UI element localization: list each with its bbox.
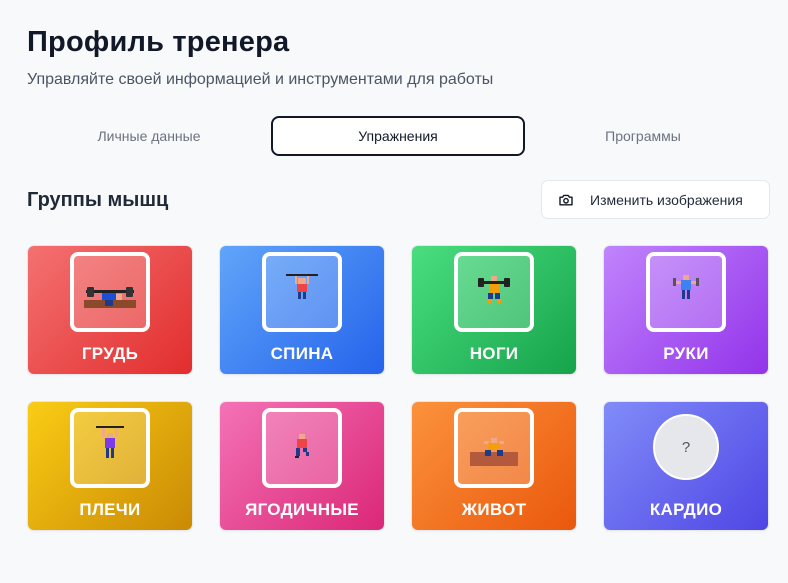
muscle-group-label: КАРДИО <box>649 500 723 519</box>
muscle-group-card-abs[interactable]: ЖИВОТ <box>411 401 577 531</box>
page-subtitle: Управляйте своей информацией и инструмен… <box>27 71 494 88</box>
muscle-group-image <box>262 252 342 332</box>
muscle-group-image <box>70 408 150 488</box>
change-images-label: Изменить изображения <box>590 191 743 208</box>
muscle-group-card-shoulders[interactable]: ПЛЕЧИ <box>27 401 193 531</box>
muscle-group-label: ЯГОДИЧНЫЕ <box>245 500 359 519</box>
muscle-group-label: ЖИВОТ <box>461 500 527 519</box>
pull-up-icon <box>286 274 318 299</box>
muscle-group-label: ГРУДЬ <box>81 344 139 363</box>
dumbbell-curl-icon <box>673 275 699 299</box>
muscle-group-image <box>70 252 150 332</box>
muscle-group-card-chest[interactable]: ГРУДЬ <box>27 245 193 375</box>
lunge-icon <box>295 434 309 458</box>
camera-icon <box>559 194 573 205</box>
crunch-icon <box>470 438 518 466</box>
tab-exercises[interactable]: Упражнения <box>271 116 525 156</box>
profile-tabs: Личные данные Упражнения Программы <box>27 116 761 156</box>
muscle-group-card-legs[interactable]: НОГИ <box>411 245 577 375</box>
muscle-group-image <box>262 408 342 488</box>
muscle-group-label: ПЛЕЧИ <box>79 500 141 519</box>
section-title: Группы мышц <box>27 189 169 211</box>
muscle-group-image <box>646 252 726 332</box>
muscle-group-label: СПИНА <box>270 344 334 363</box>
muscle-group-card-back[interactable]: СПИНА <box>219 245 385 375</box>
overhead-press-icon <box>96 426 124 458</box>
page-title: Профиль тренера <box>27 26 290 58</box>
muscle-group-card-glutes[interactable]: ЯГОДИЧНЫЕ <box>219 401 385 531</box>
squat-icon <box>478 276 510 303</box>
change-images-button[interactable]: Изменить изображения <box>541 180 770 219</box>
muscle-group-card-cardio[interactable]: ? КАРДИО <box>603 401 769 531</box>
muscle-group-label: НОГИ <box>469 344 519 363</box>
tab-personal-data[interactable]: Личные данные <box>27 116 271 156</box>
bench-press-icon <box>84 287 136 308</box>
muscle-group-card-arms[interactable]: РУКИ <box>603 245 769 375</box>
placeholder-icon: ? <box>653 414 719 480</box>
muscle-group-image <box>454 408 534 488</box>
tab-programs[interactable]: Программы <box>525 116 761 156</box>
muscle-group-label: РУКИ <box>663 344 709 363</box>
muscle-group-image <box>454 252 534 332</box>
